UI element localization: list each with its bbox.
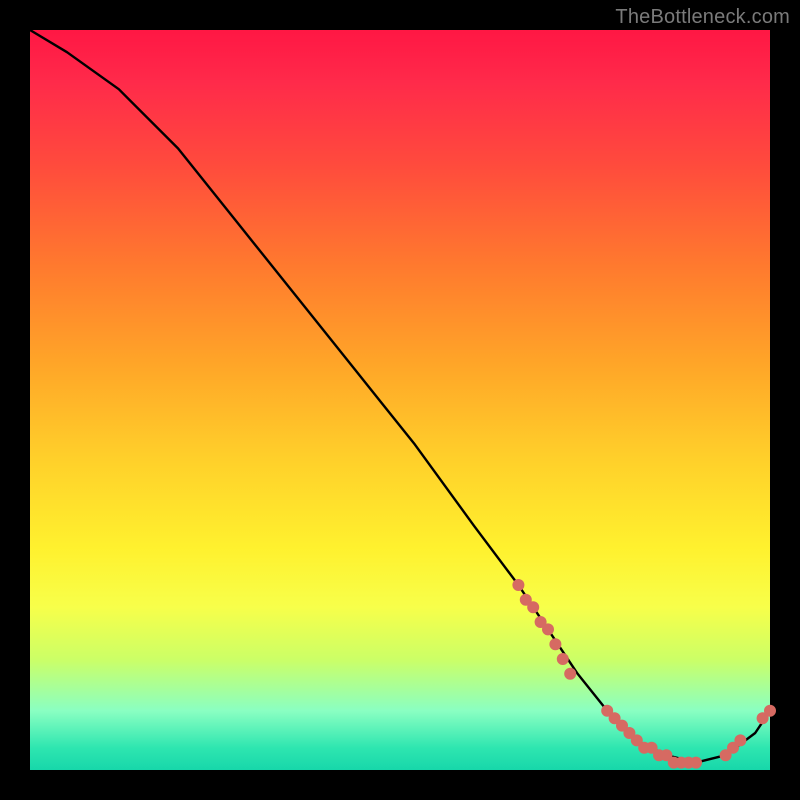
marker-cluster-right	[764, 705, 776, 717]
chart-svg	[30, 30, 770, 770]
marker-cluster-left	[557, 653, 569, 665]
plot-area	[30, 30, 770, 770]
marker-cluster-left	[512, 579, 524, 591]
marker-cluster-right	[734, 734, 746, 746]
marker-cluster-left	[527, 601, 539, 613]
chart-stage: TheBottleneck.com	[0, 0, 800, 800]
marker-group	[512, 579, 776, 769]
marker-cluster-left	[564, 668, 576, 680]
marker-cluster-valley	[690, 757, 702, 769]
marker-cluster-left	[542, 623, 554, 635]
bottleneck-curve	[30, 30, 770, 763]
watermark-text: TheBottleneck.com	[615, 6, 790, 29]
marker-cluster-left	[549, 638, 561, 650]
